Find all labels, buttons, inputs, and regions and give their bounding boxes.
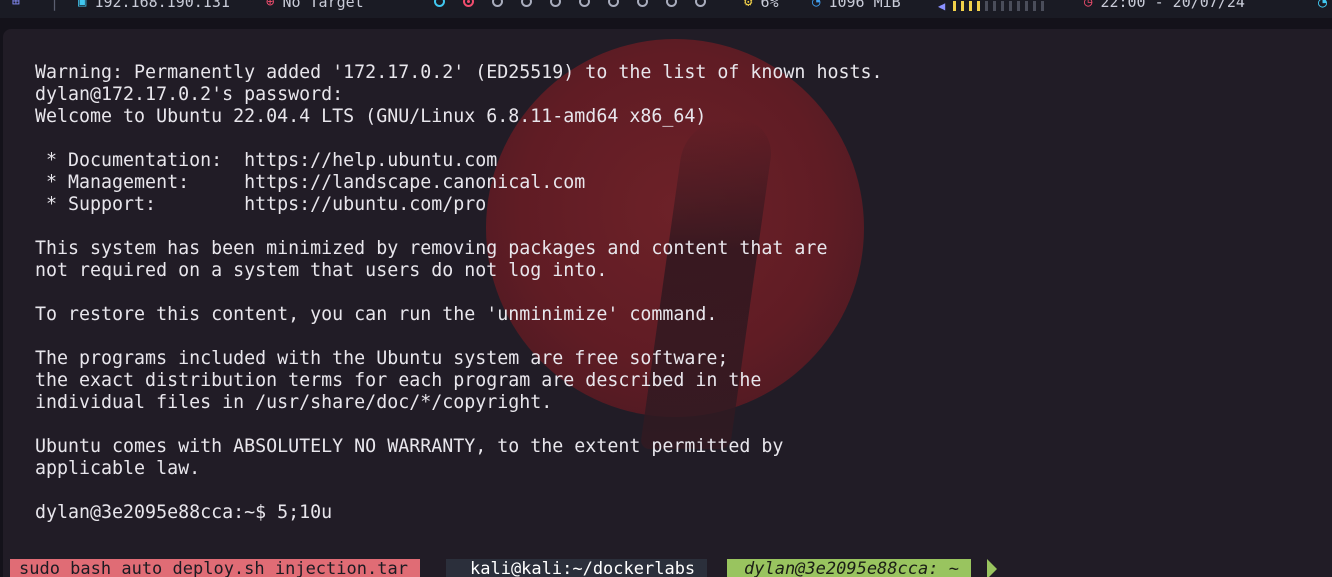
target-indicator: ⊕ No Target (266, 0, 364, 11)
terminal-line: * Management: https://landscape.canonica… (35, 172, 586, 193)
volume-bar (953, 1, 957, 11)
terminal-line: Welcome to Ubuntu 22.04.4 LTS (GNU/Linux… (35, 106, 707, 127)
target-label: No Target (282, 0, 364, 11)
workspace-7[interactable] (608, 0, 619, 7)
workspace-6[interactable] (579, 0, 590, 7)
terminal-line: individual files in /usr/share/doc/*/cop… (35, 392, 553, 413)
cpu-usage: 6% (760, 0, 779, 11)
terminal-line: Ubuntu comes with ABSOLUTELY NO WARRANTY… (35, 436, 784, 457)
volume-bar (1001, 1, 1005, 11)
clock-indicator: ◷ 22:00 - 20/07/24 (1084, 0, 1245, 11)
volume-bar (969, 1, 973, 11)
ip-indicator: ▣ 192.168.190.131 (78, 0, 230, 11)
menu-icon[interactable]: ⊞ (12, 0, 20, 11)
terminal-line: applicable law. (35, 458, 201, 479)
terminal-line: * Documentation: https://help.ubuntu.com (35, 150, 498, 171)
memory-usage: 1096 MiB (828, 0, 901, 11)
volume-bar (1033, 1, 1037, 11)
workspace-3[interactable] (492, 0, 503, 7)
top-status-bar: ⊞ | ▣ 192.168.190.131 ⊕ No Target ⚙ 6% ◔… (0, 0, 1332, 18)
terminal-window[interactable]: Warning: Permanently added '172.17.0.2' … (3, 29, 1332, 577)
terminal-line: the exact distribution terms for each pr… (35, 370, 762, 391)
ip-address: 192.168.190.131 (94, 0, 230, 11)
workspace-switcher[interactable] (434, 0, 724, 7)
prompt-bar: sudo bash auto_deploy.sh injection.tar k… (0, 559, 1332, 577)
running-command: sudo bash auto_deploy.sh injection.tar (10, 559, 420, 577)
volume-bar (1041, 1, 1045, 11)
terminal-line: Warning: Permanently added '172.17.0.2' … (35, 62, 883, 83)
terminal-line: To restore this content, you can run the… (35, 304, 718, 325)
volume-bar (1017, 1, 1021, 11)
volume-indicator[interactable]: ◀ (938, 0, 1049, 15)
remote-host: dylan@3e2095e88cca: ~ (727, 559, 971, 577)
volume-bar (977, 1, 981, 11)
workspace-10[interactable] (695, 0, 706, 7)
terminal-output[interactable]: Warning: Permanently added '172.17.0.2' … (35, 62, 882, 524)
local-path: kali@kali:~/dockerlabs (446, 559, 708, 577)
cpu-icon: ⚙ (744, 0, 753, 10)
terminal-line: This system has been minimized by removi… (35, 238, 828, 259)
terminal-line: dylan@3e2095e88cca:~$ 5;10u (35, 502, 333, 523)
workspace-2[interactable] (463, 0, 474, 7)
clock-icon: ◷ (1084, 0, 1093, 10)
target-icon: ⊕ (266, 0, 275, 10)
workspace-9[interactable] (666, 0, 677, 7)
network-icon: ▣ (78, 0, 87, 10)
terminal-line: * Support: https://ubuntu.com/pro (35, 194, 487, 215)
workspace-8[interactable] (637, 0, 648, 7)
clock-text: 22:00 - 20/07/24 (1100, 0, 1245, 11)
terminal-line: dylan@172.17.0.2's password: (35, 84, 344, 105)
volume-bar (1009, 1, 1013, 11)
volume-bars (953, 0, 1049, 15)
workspace-1[interactable] (434, 0, 445, 7)
speaker-icon: ◀ (938, 0, 946, 13)
terminal-line: not required on a system that users do n… (35, 260, 608, 281)
volume-bar (1025, 1, 1029, 11)
divider: | (50, 0, 60, 11)
volume-bar (993, 1, 997, 11)
volume-bar (961, 1, 965, 11)
volume-bar (985, 1, 989, 11)
cpu-indicator: ⚙ 6% (744, 0, 779, 11)
terminal-line: The programs included with the Ubuntu sy… (35, 348, 729, 369)
workspace-5[interactable] (550, 0, 561, 7)
workspace-4[interactable] (521, 0, 532, 7)
power-icon[interactable]: ◔ (1318, 0, 1327, 11)
memory-icon: ◔ (812, 0, 821, 10)
memory-indicator: ◔ 1096 MiB (812, 0, 901, 11)
